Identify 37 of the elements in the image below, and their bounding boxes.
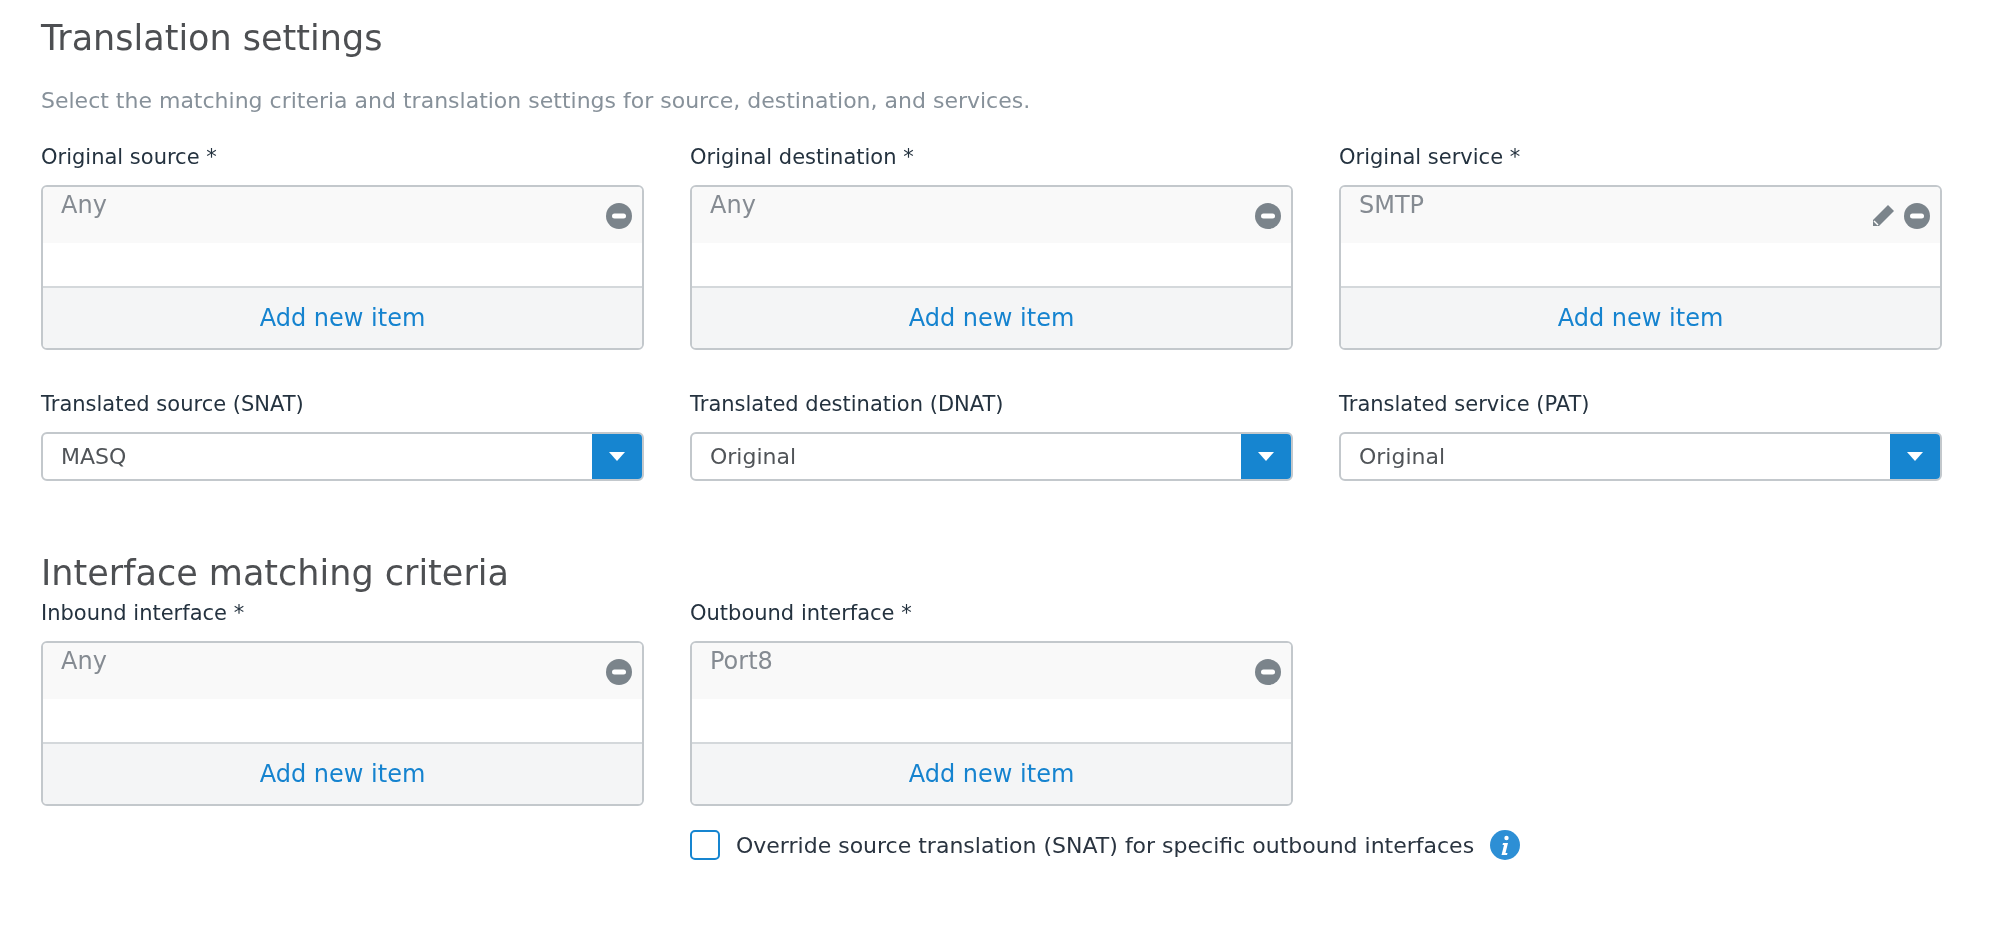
edit-icon[interactable]: [1870, 203, 1896, 229]
field-label: Original destination *: [690, 145, 915, 171]
field-label: Inbound interface *: [41, 601, 246, 627]
remove-icon[interactable]: [1255, 203, 1281, 229]
dropdown-value: Original: [1358, 443, 1447, 471]
section-description: Select the matching criteria and translation settings for source, destination, and services.: [41, 88, 1032, 113]
remove-icon[interactable]: [606, 203, 632, 229]
dropdown[interactable]: Original: [1339, 432, 1942, 481]
add-item-button[interactable]: Add new item: [692, 286, 1291, 348]
field-label: Translated source (SNAT): [41, 392, 305, 418]
field-label: Original service *: [1339, 145, 1522, 171]
checkbox[interactable]: [690, 830, 720, 860]
section-title: Interface matching criteria: [41, 552, 510, 595]
dropdown-caret[interactable]: [1890, 434, 1940, 479]
caret-icon: [1258, 452, 1274, 461]
add-item-button[interactable]: Add new item: [692, 742, 1291, 804]
dropdown[interactable]: Original: [690, 432, 1293, 481]
remove-icon[interactable]: [606, 659, 632, 685]
add-item-button[interactable]: Add new item: [43, 286, 642, 348]
section-title: Translation settings: [41, 17, 384, 60]
dropdown-value: Original: [709, 443, 798, 471]
remove-icon[interactable]: [1904, 203, 1930, 229]
dropdown[interactable]: MASQ: [41, 432, 644, 481]
dropdown-caret[interactable]: [1241, 434, 1291, 479]
add-item-button[interactable]: Add new item: [43, 742, 642, 804]
dropdown-value: MASQ: [60, 443, 128, 471]
caret-icon: [1907, 452, 1923, 461]
add-item-button[interactable]: Add new item: [1341, 286, 1940, 348]
checkbox-label: Override source translation (SNAT) for specific outbound interfaces: [736, 832, 1475, 858]
field-label: Original source *: [41, 145, 218, 171]
dropdown-caret[interactable]: [592, 434, 642, 479]
field-label: Outbound interface *: [690, 601, 913, 627]
info-icon[interactable]: [1490, 830, 1521, 860]
caret-icon: [609, 452, 625, 461]
field-label: Translated service (PAT): [1339, 392, 1591, 418]
field-label: Translated destination (DNAT): [690, 392, 1005, 418]
remove-icon[interactable]: [1255, 659, 1281, 685]
